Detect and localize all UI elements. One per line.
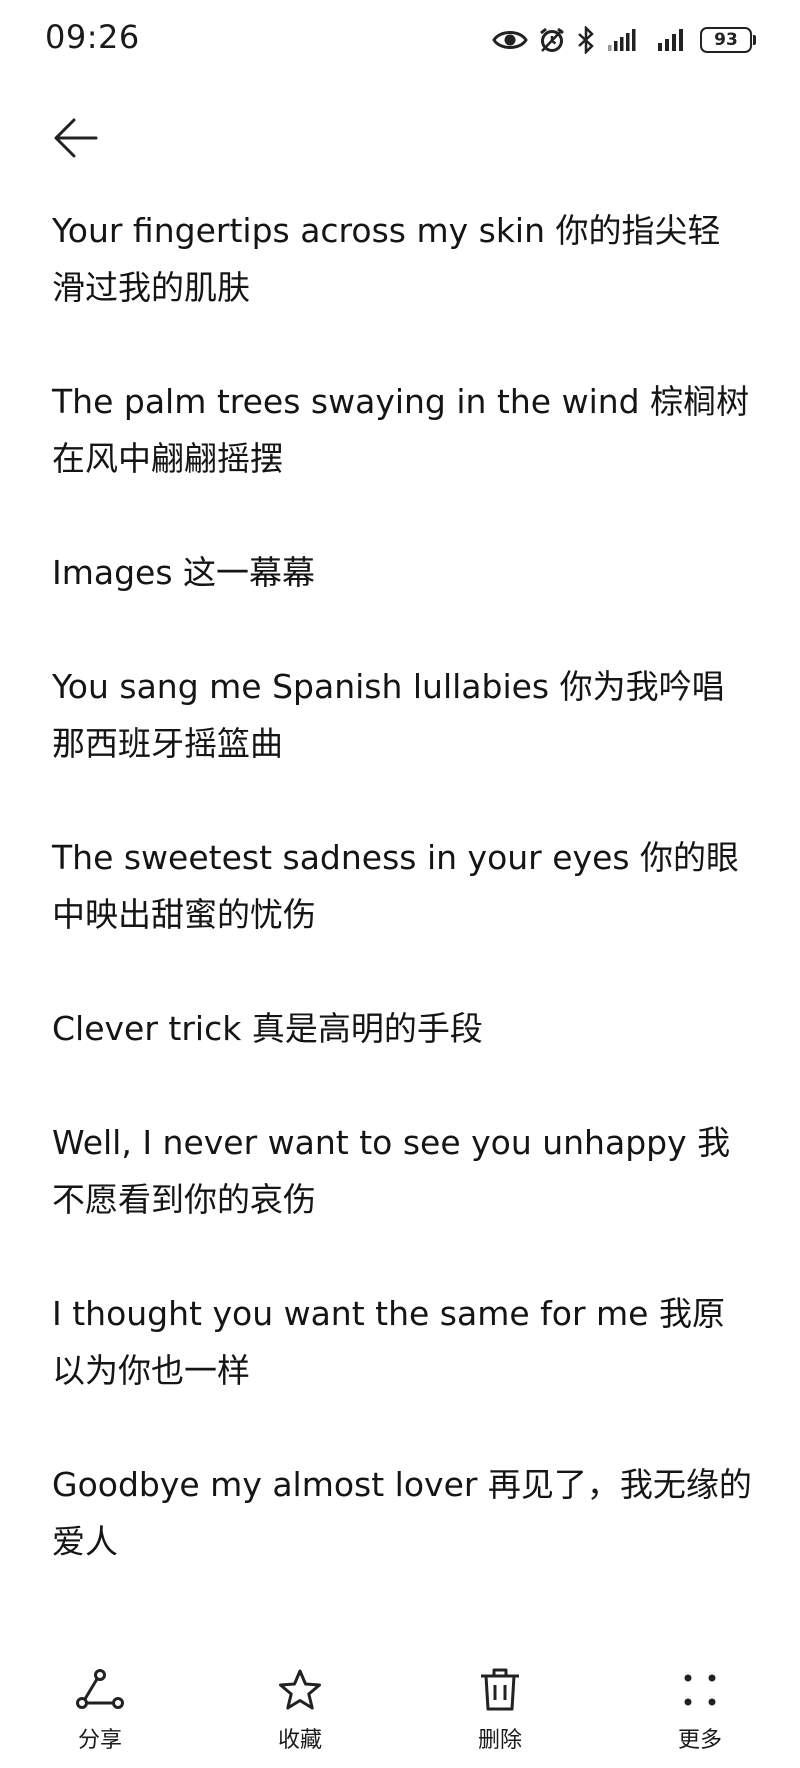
battery-level: 93 [700, 27, 752, 53]
share-button[interactable]: 分享 [0, 1658, 200, 1768]
status-time: 09:26 [45, 18, 140, 56]
alarm-icon [538, 26, 566, 54]
more-dots-icon [674, 1664, 726, 1716]
lyric-line: Images 这一幕幕 [52, 553, 316, 592]
arrow-left-icon [54, 118, 98, 158]
eye-icon [492, 27, 528, 53]
battery-icon: 93 [700, 27, 756, 53]
lyric-line: I thought you want the same for me 我原以为你… [52, 1294, 725, 1390]
signal-icon [656, 27, 690, 53]
favorite-label: 收藏 [277, 1728, 322, 1753]
back-button[interactable] [48, 110, 104, 166]
signal-icon [606, 27, 646, 53]
bottom-toolbar: 分享 收藏 删除 更多 [0, 1658, 800, 1768]
share-label: 分享 [77, 1728, 122, 1753]
share-icon [74, 1664, 126, 1716]
star-icon [274, 1664, 326, 1716]
lyric-line: You sang me Spanish lullabies 你为我吟唱那西班牙摇… [52, 667, 725, 763]
lyric-line: Clever trick 真是高明的手段 [52, 1009, 483, 1048]
note-content[interactable]: Your fingertips across my skin 你的指尖轻滑过我的… [52, 202, 752, 1627]
favorite-button[interactable]: 收藏 [200, 1658, 400, 1768]
lyric-line: Well, I never want to see you unhappy 我不… [52, 1123, 731, 1219]
more-button[interactable]: 更多 [600, 1658, 800, 1768]
status-bar: 09:26 93 [0, 0, 800, 84]
delete-button[interactable]: 删除 [400, 1658, 600, 1768]
lyric-line: Your fingertips across my skin 你的指尖轻滑过我的… [52, 211, 721, 307]
lyric-line: The sweetest sadness in your eyes 你的眼中映出… [52, 838, 740, 934]
status-icons: 93 [492, 20, 756, 60]
bluetooth-icon [576, 26, 596, 54]
trash-icon [474, 1664, 526, 1716]
lyric-line: The palm trees swaying in the wind 棕榈树在风… [52, 382, 750, 478]
more-label: 更多 [677, 1728, 722, 1753]
delete-label: 删除 [477, 1728, 522, 1753]
lyric-line: Goodbye my almost lover 再见了，我无缘的爱人 [52, 1465, 752, 1561]
